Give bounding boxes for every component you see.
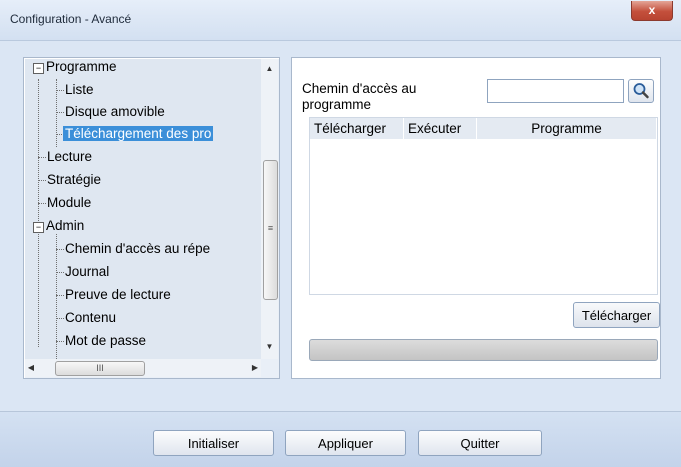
tree-connector [38, 203, 46, 204]
tree-item-label: Admin [46, 218, 85, 233]
tree-item-strategie[interactable]: Stratégie [47, 170, 101, 190]
tree-item-chemin-repertoire[interactable]: Chemin d'accès au répe [65, 239, 210, 259]
settings-tree: − Programme Liste Disque amovible Téléch… [25, 59, 261, 359]
tree-connector [56, 90, 64, 91]
tree-item-disque-amovible[interactable]: Disque amovible [65, 102, 165, 122]
footer-bar: Initialiser Appliquer Quitter [0, 411, 681, 467]
tree-item-mot-de-passe[interactable]: Mot de passe [65, 331, 146, 351]
tree-item-label: Journal [65, 264, 110, 279]
tree-item-label: Liste [65, 82, 94, 97]
tree-item-label: Lecture [47, 149, 93, 164]
quit-button[interactable]: Quitter [418, 430, 542, 456]
vertical-scroll-thumb[interactable]: ≡ [263, 160, 278, 300]
table-header: Télécharger Exécuter Programme [310, 118, 657, 139]
initialize-button[interactable]: Initialiser [153, 430, 274, 456]
tree-item-lecture[interactable]: Lecture [47, 147, 92, 167]
column-header-executer[interactable]: Exécuter [404, 118, 477, 139]
title-bar: Configuration - Avancé x [0, 0, 681, 41]
tree-item-admin[interactable]: Admin [46, 216, 84, 236]
scroll-right-arrow-icon[interactable]: ▶ [249, 363, 261, 372]
tree-item-label: Programme [46, 59, 117, 74]
client-area: − Programme Liste Disque amovible Téléch… [9, 41, 672, 409]
tree-connector [56, 295, 64, 296]
tree-item-journal[interactable]: Journal [65, 262, 109, 282]
column-header-telecharger[interactable]: Télécharger [310, 118, 404, 139]
tree-connector [56, 341, 64, 342]
collapse-icon[interactable]: − [33, 222, 44, 233]
tree-item-label: Disque amovible [65, 104, 165, 119]
window-title: Configuration - Avancé [10, 12, 132, 26]
horizontal-scroll-thumb[interactable]: III [55, 361, 145, 376]
tree-item-liste[interactable]: Liste [65, 80, 94, 100]
magnifier-icon [633, 83, 649, 99]
tree-connector [56, 272, 64, 273]
tree-item-label: Contenu [65, 310, 117, 325]
tree-item-programme[interactable]: Programme [46, 59, 117, 77]
tree-item-label-selected: Téléchargement des pro [63, 126, 214, 141]
tree-panel: − Programme Liste Disque amovible Téléch… [23, 57, 280, 379]
tree-connector [56, 249, 64, 250]
path-label: Chemin d'accès au programme [302, 81, 416, 113]
tree-item-label: Mot de passe [65, 333, 147, 348]
download-progress-bar [309, 339, 658, 361]
apply-button[interactable]: Appliquer [285, 430, 406, 456]
tree-item-preuve-lecture[interactable]: Preuve de lecture [65, 285, 171, 305]
tree-item-label: Chemin d'accès au répe [65, 241, 211, 256]
scroll-up-arrow-icon[interactable]: ▲ [261, 64, 278, 73]
download-panel: Chemin d'accès au programme Télécharger … [291, 57, 661, 379]
tree-item-label: Module [47, 195, 92, 210]
column-header-programme[interactable]: Programme [477, 118, 657, 139]
tree-item-label: Stratégie [47, 172, 102, 187]
tree-connector [56, 112, 64, 113]
tree-item-module[interactable]: Module [47, 193, 91, 213]
path-label-line2: programme [302, 97, 372, 112]
horizontal-scrollbar[interactable]: ◀ III ▶ [25, 359, 261, 377]
collapse-icon[interactable]: − [33, 63, 44, 74]
tree-connector [38, 79, 39, 347]
scroll-left-arrow-icon[interactable]: ◀ [25, 363, 37, 372]
tree-connector [38, 157, 46, 158]
scroll-down-arrow-icon[interactable]: ▼ [261, 342, 278, 351]
tree-item-telechargement[interactable]: Téléchargement des pro [63, 124, 214, 144]
download-button[interactable]: Télécharger [573, 302, 660, 328]
tree-item-label: Preuve de lecture [65, 287, 171, 302]
tree-connector [38, 180, 46, 181]
path-label-line1: Chemin d'accès au [302, 81, 417, 96]
browse-button[interactable] [628, 79, 654, 103]
close-button[interactable]: x [631, 1, 673, 21]
programs-table[interactable]: Télécharger Exécuter Programme [309, 117, 658, 295]
path-input[interactable] [487, 79, 624, 103]
vertical-scrollbar[interactable]: ▲ ≡ ▼ [261, 59, 278, 359]
tree-connector [56, 318, 64, 319]
tree-item-contenu[interactable]: Contenu [65, 308, 116, 328]
